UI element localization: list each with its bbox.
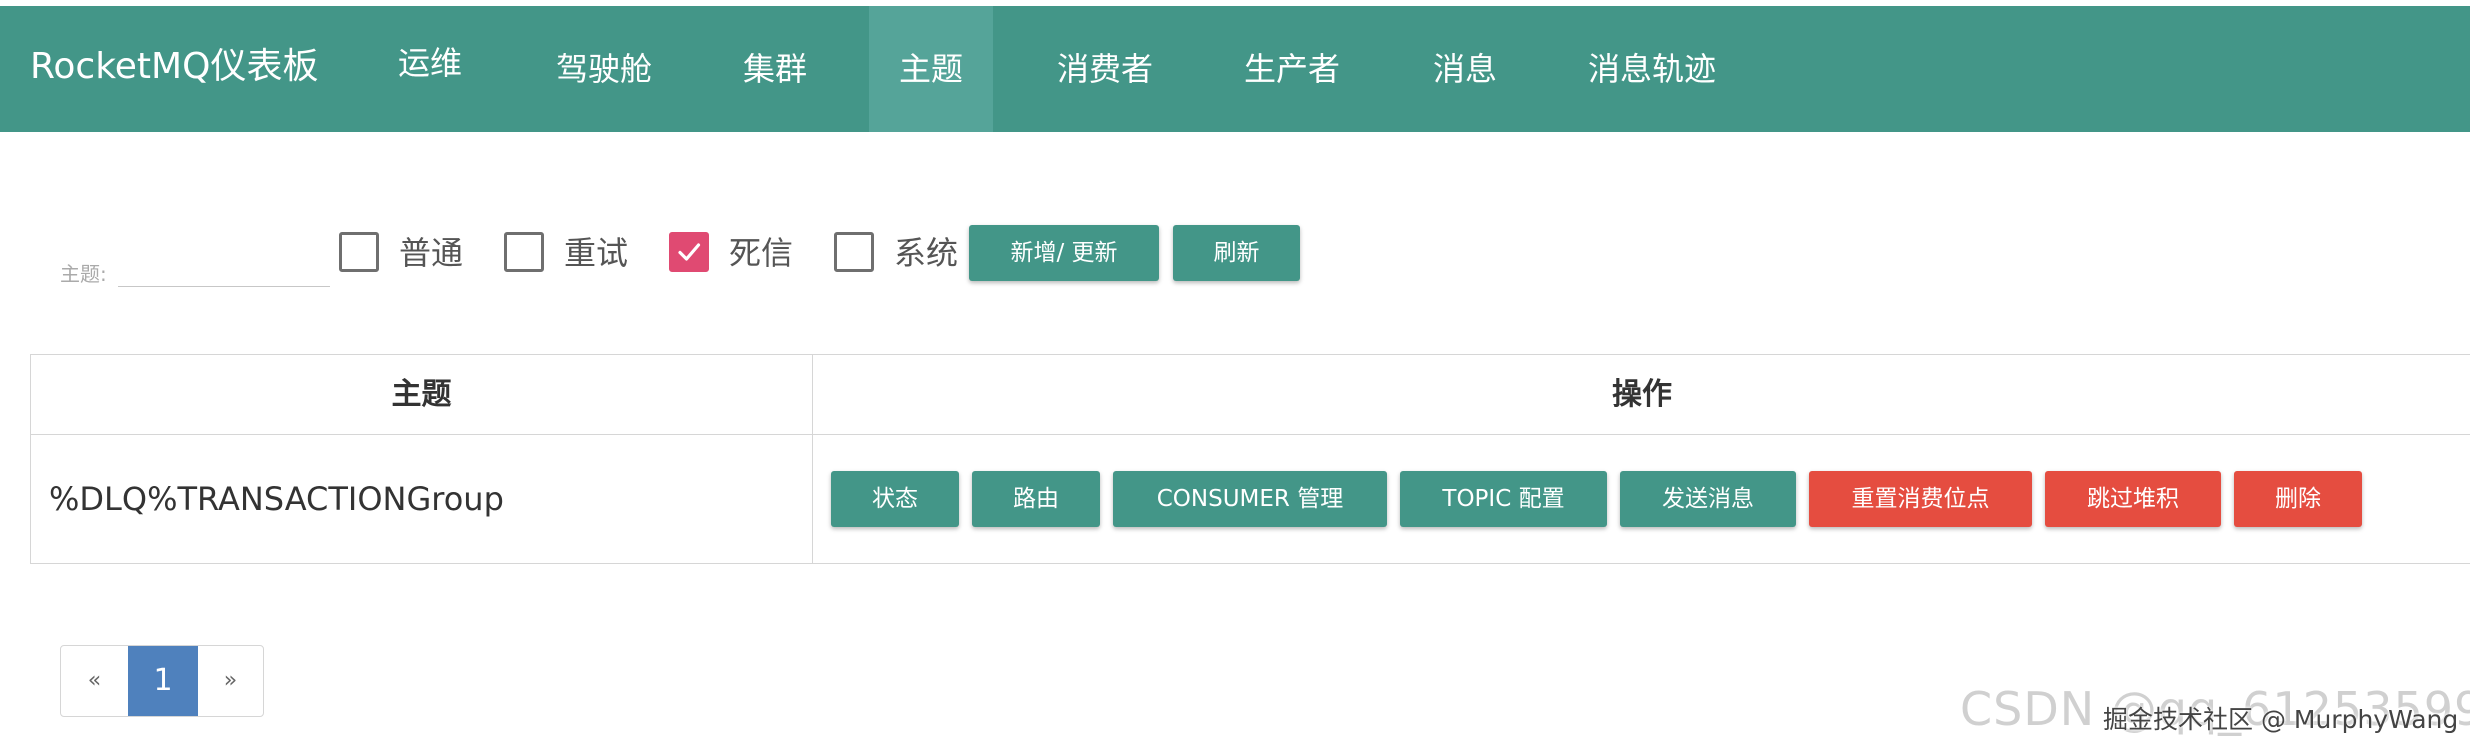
topic-filter-input[interactable] [118,240,330,287]
nav-item-message[interactable]: 消息 [1405,6,1525,132]
delete-button[interactable]: 删除 [2234,471,2362,527]
checkbox-system-box[interactable] [834,232,874,272]
status-button[interactable]: 状态 [831,471,959,527]
watermark-main: 掘金技术社区 @ MurphyWang [2103,705,2459,734]
reset-offset-button[interactable]: 重置消费位点 [1809,471,2032,527]
pagination-page-1[interactable]: 1 [128,646,198,716]
topic-filter-label: 主题: [60,262,107,286]
pagination: « 1 » [60,645,264,717]
refresh-button[interactable]: 刷新 [1173,225,1300,281]
checkbox-retry-label: 重试 [564,234,629,272]
brand-title[interactable]: RocketMQ仪表板 [30,44,318,90]
checkbox-dead-letter[interactable]: 死信 [669,230,799,274]
nav-item-producer[interactable]: 生产者 [1217,6,1367,132]
checkbox-dead-letter-box[interactable] [669,232,709,272]
nav-item-dashboard[interactable]: 驾驶舱 [527,6,681,132]
checkbox-system[interactable]: 系统 [834,230,964,274]
checkbox-retry[interactable]: 重试 [504,230,634,274]
nav-item-ops[interactable]: 运维 [370,0,490,126]
consumer-manage-button[interactable]: CONSUMER 管理 [1113,471,1387,527]
pagination-next[interactable]: » [198,646,263,716]
route-button[interactable]: 路由 [972,471,1100,527]
nav-item-cluster[interactable]: 集群 [715,6,835,132]
topic-config-button[interactable]: TOPIC 配置 [1400,471,1607,527]
top-navbar: RocketMQ仪表板 运维 驾驶舱 集群 主题 消费者 生产者 消息 消息轨迹 [0,6,2470,132]
table-header-actions: 操作 [1612,377,1672,412]
send-message-button[interactable]: 发送消息 [1620,471,1796,527]
table-header-topic: 主题 [391,377,452,412]
topic-table: 主题 操作 %DLQ%TRANSACTIONGroup [30,354,2470,564]
skip-accumulate-button[interactable]: 跳过堆积 [2045,471,2221,527]
checkmark-icon [678,243,701,261]
checkbox-normal[interactable]: 普通 [339,230,469,274]
checkbox-system-label: 系统 [894,234,959,272]
nav-item-topic[interactable]: 主题 [869,6,993,132]
nav-item-message-trace[interactable]: 消息轨迹 [1572,6,1732,132]
checkbox-normal-box[interactable] [339,232,379,272]
table-cell-topic: %DLQ%TRANSACTIONGroup [49,480,504,518]
add-update-button[interactable]: 新增/ 更新 [969,225,1159,281]
pagination-prev[interactable]: « [61,646,128,716]
checkbox-normal-label: 普通 [399,234,464,272]
checkbox-dead-letter-label: 死信 [729,234,794,272]
nav-item-consumer[interactable]: 消费者 [1030,6,1180,132]
checkbox-retry-box[interactable] [504,232,544,272]
